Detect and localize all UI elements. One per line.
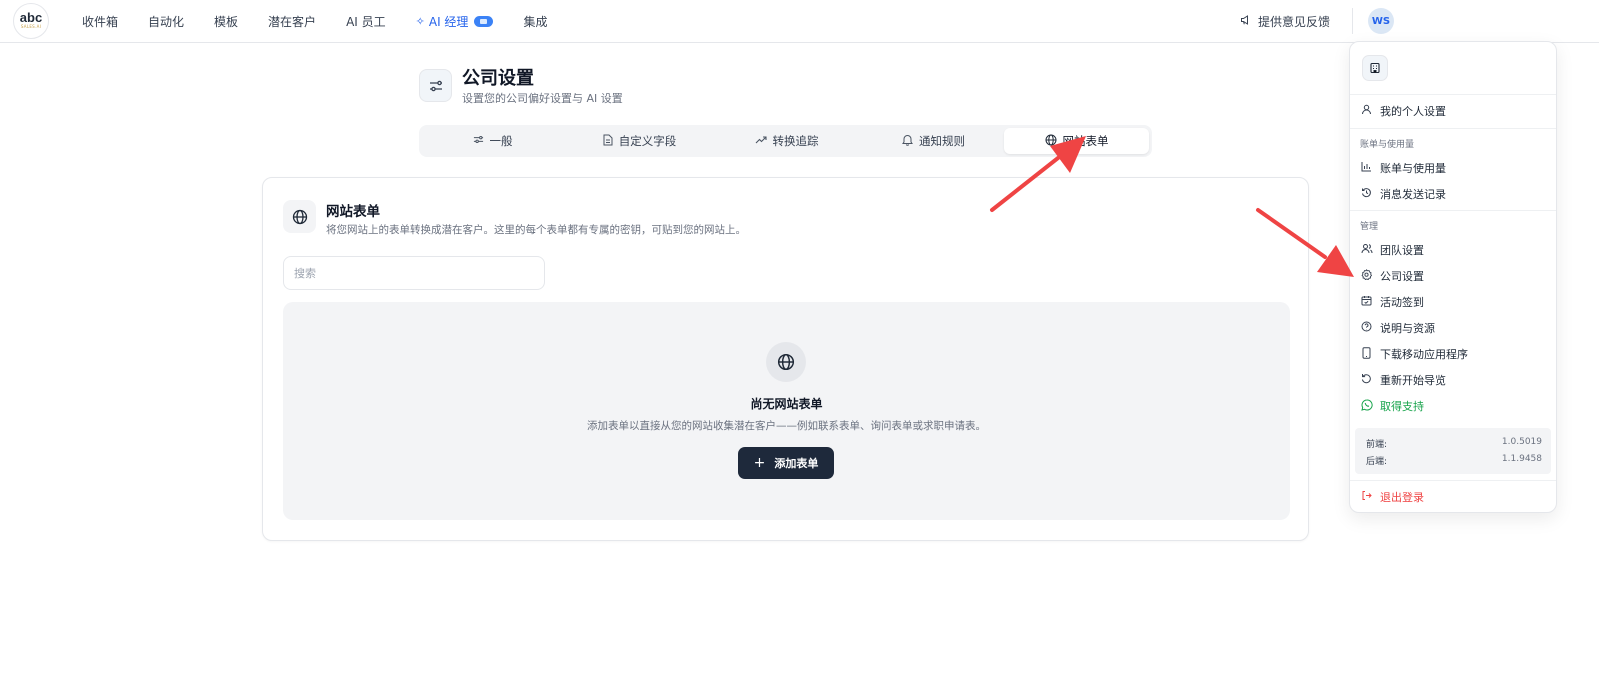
menu-section-manage: 管理	[1360, 222, 1379, 232]
log-out-icon	[1360, 490, 1373, 504]
tab-label: 转换追踪	[772, 134, 819, 148]
feedback-label: 提供意见反馈	[1258, 15, 1331, 29]
sliders-icon	[473, 134, 484, 148]
tab-notification-rules[interactable]: 通知规则	[860, 128, 1007, 154]
rotate-ccw-icon	[1360, 373, 1373, 387]
top-navbar: abc SALES.AI 收件箱 自动化 模板 潜在客户 AI 员工 ✧ AI …	[0, 0, 1599, 43]
tab-custom-fields[interactable]: 自定义字段	[566, 128, 713, 154]
tab-label: 网站表单	[1062, 134, 1109, 148]
help-circle-icon	[1360, 321, 1373, 335]
frontend-label: 前端:	[1366, 440, 1388, 450]
tab-conversion-tracking[interactable]: 转换追踪	[713, 128, 860, 154]
menu-section-billing: 账单与使用量	[1360, 140, 1415, 150]
gear-icon	[1360, 269, 1373, 283]
menu-label: 活动签到	[1380, 296, 1424, 309]
megaphone-icon	[1240, 14, 1252, 29]
search-input[interactable]	[283, 256, 545, 290]
menu-label: 下载移动应用程序	[1380, 348, 1468, 361]
menu-activity-checkin[interactable]: 活动签到	[1360, 293, 1424, 311]
backend-version: 1.1.9458	[1501, 454, 1542, 464]
card-description: 将您网站上的表单转换成潜在客户。这里的每个表单都有专属的密钥，可贴到您的网站上。	[326, 224, 746, 236]
divider	[1352, 8, 1353, 34]
menu-personal-settings[interactable]: 我的个人设置	[1360, 102, 1446, 120]
feedback-button[interactable]: 提供意见反馈	[1240, 13, 1330, 30]
menu-label: 消息发送记录	[1380, 188, 1446, 201]
add-form-label: 添加表单	[774, 457, 819, 470]
nav-inbox[interactable]: 收件箱	[82, 13, 118, 30]
menu-divider	[1350, 94, 1556, 95]
user-icon	[1360, 104, 1373, 118]
building-icon	[1362, 55, 1388, 81]
empty-state-description: 添加表单以直接从您的网站收集潜在客户——例如联系表单、询问表单或求职申请表。	[587, 420, 986, 432]
settings-tabs: 一般 自定义字段 转换追踪 通知规则 网站表单	[419, 125, 1152, 157]
menu-label: 取得支持	[1380, 400, 1424, 413]
globe-icon	[1045, 134, 1057, 149]
file-text-icon	[603, 134, 613, 149]
menu-logout[interactable]: 退出登录	[1360, 488, 1424, 506]
smartphone-icon	[1360, 346, 1373, 362]
menu-divider	[1350, 210, 1556, 211]
trending-up-icon	[755, 135, 767, 148]
plus-icon: +	[753, 455, 766, 471]
new-badge-icon	[474, 16, 494, 27]
empty-state: 尚无网站表单 添加表单以直接从您的网站收集潜在客户——例如联系表单、询问表单或求…	[283, 302, 1290, 520]
tab-label: 自定义字段	[618, 134, 677, 148]
menu-divider	[1350, 480, 1556, 481]
bell-icon	[902, 134, 913, 149]
add-form-button[interactable]: + 添加表单	[738, 447, 834, 479]
main-nav: 收件箱 自动化 模板 潜在客户 AI 员工 ✧ AI 经理 集成	[82, 0, 577, 43]
logo-subtext: SALES.AI	[20, 24, 42, 29]
nav-ai-employees[interactable]: AI 员工	[346, 13, 386, 30]
nav-integrations[interactable]: 集成	[523, 13, 547, 30]
nav-ai-manager-label: AI 经理	[428, 15, 469, 29]
whatsapp-icon	[1360, 398, 1373, 414]
globe-icon	[766, 342, 806, 382]
user-menu-dropdown: 我的个人设置 账单与使用量 账单与使用量 消息发送记录 管理 团队设置 公司设置…	[1349, 41, 1557, 513]
menu-help-resources[interactable]: 说明与资源	[1360, 319, 1435, 337]
calendar-check-icon	[1360, 295, 1373, 309]
app-logo[interactable]: abc SALES.AI	[13, 3, 49, 39]
empty-state-title: 尚无网站表单	[750, 397, 823, 411]
menu-company-settings[interactable]: 公司设置	[1360, 267, 1424, 285]
backend-version-row: 后端: 1.1.9458	[1366, 454, 1542, 467]
menu-team-settings[interactable]: 团队设置	[1360, 241, 1424, 259]
nav-leads[interactable]: 潜在客户	[268, 13, 316, 30]
menu-label: 团队设置	[1380, 244, 1424, 257]
website-forms-card: 网站表单 将您网站上的表单转换成潜在客户。这里的每个表单都有专属的密钥，可贴到您…	[262, 177, 1309, 541]
tab-label: 一般	[489, 134, 513, 148]
globe-icon	[283, 200, 316, 233]
nav-automation[interactable]: 自动化	[148, 13, 184, 30]
menu-label: 公司设置	[1380, 270, 1424, 283]
tab-general[interactable]: 一般	[419, 128, 566, 154]
menu-get-support[interactable]: 取得支持	[1360, 397, 1424, 415]
backend-label: 后端:	[1366, 457, 1388, 467]
menu-label: 说明与资源	[1380, 322, 1435, 335]
page-subtitle: 设置您的公司偏好设置与 AI 设置	[462, 92, 623, 105]
menu-restart-tour[interactable]: 重新开始导览	[1360, 371, 1446, 389]
history-icon	[1360, 187, 1373, 201]
menu-label: 退出登录	[1380, 491, 1424, 504]
settings-sliders-icon	[419, 69, 452, 102]
users-icon	[1360, 243, 1373, 257]
frontend-version: 1.0.5019	[1501, 437, 1542, 447]
menu-message-log[interactable]: 消息发送记录	[1360, 185, 1446, 203]
frontend-version-row: 前端: 1.0.5019	[1366, 437, 1542, 450]
page-title: 公司设置	[462, 68, 534, 89]
nav-templates[interactable]: 模板	[214, 13, 238, 30]
menu-label: 我的个人设置	[1380, 105, 1446, 118]
menu-billing[interactable]: 账单与使用量	[1360, 159, 1446, 177]
user-avatar[interactable]: WS	[1368, 8, 1394, 34]
nav-ai-manager[interactable]: ✧ AI 经理	[416, 13, 494, 30]
card-title: 网站表单	[326, 204, 380, 220]
tab-website-forms[interactable]: 网站表单	[1004, 128, 1149, 154]
menu-label: 重新开始导览	[1380, 374, 1446, 387]
menu-divider	[1350, 128, 1556, 129]
version-info: 前端: 1.0.5019 后端: 1.1.9458	[1355, 428, 1551, 474]
logo-text: abc	[19, 10, 43, 25]
menu-download-app[interactable]: 下载移动应用程序	[1360, 345, 1468, 363]
tab-label: 通知规则	[919, 134, 965, 148]
bar-chart-icon	[1360, 161, 1373, 175]
sparkles-icon: ✧	[415, 15, 425, 28]
menu-label: 账单与使用量	[1380, 162, 1446, 175]
